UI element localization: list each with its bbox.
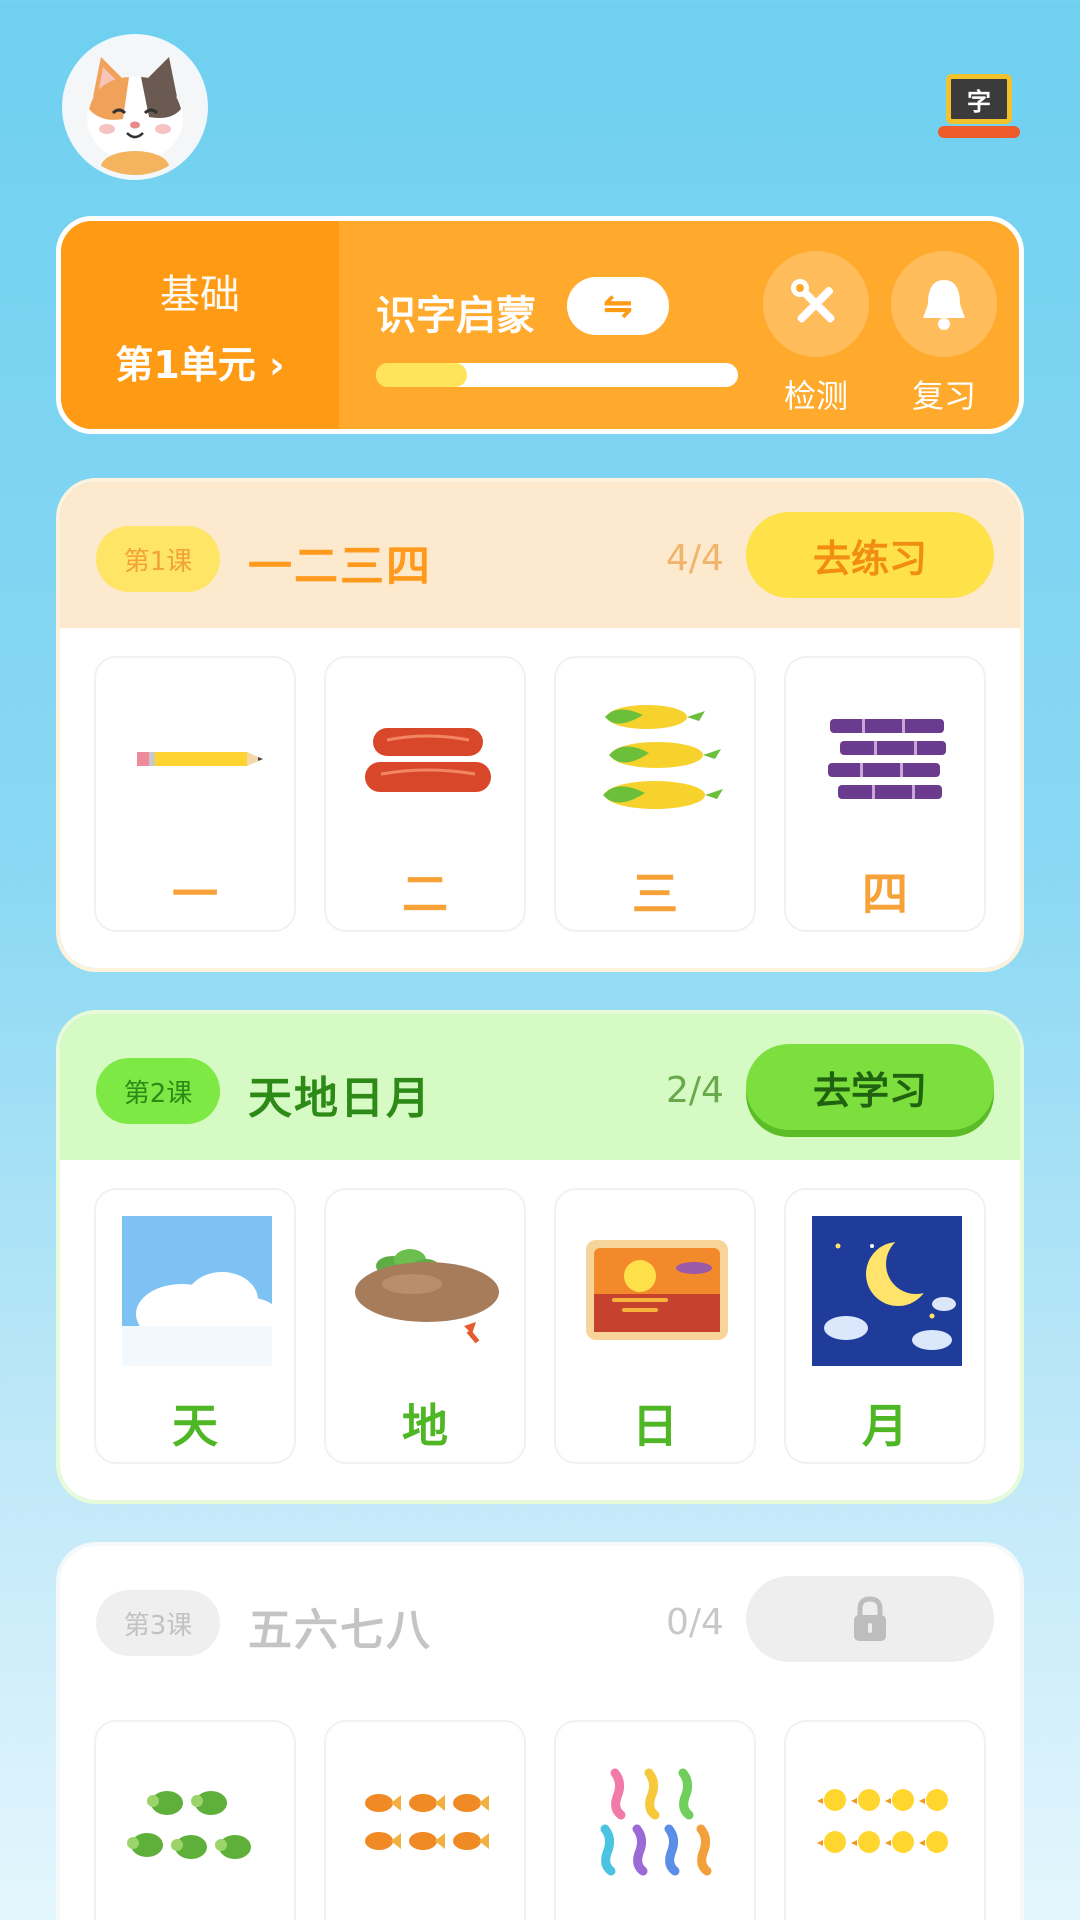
character-card[interactable]: 四	[784, 656, 986, 932]
ground-icon	[347, 1216, 507, 1366]
lesson-header: 第3课 五六七八 0/4	[60, 1546, 1020, 1692]
swap-button[interactable]: ⇋	[567, 277, 669, 335]
ducklings-icon	[807, 1748, 967, 1898]
unit-bar: 基础 第1单元 › 识字启蒙 ⇋ 检测 复习	[56, 216, 1024, 434]
lesson-title: 天地日月	[248, 1073, 432, 1124]
tools-icon	[763, 251, 869, 357]
lesson-card-1: 第1课 一二三四 4/4 去练习 一 二 三 四	[56, 478, 1024, 972]
character-card[interactable]: 天	[94, 1188, 296, 1464]
lesson-progress-count: 4/4	[666, 538, 724, 579]
sugarcane-icon	[807, 684, 967, 834]
character-card[interactable]	[554, 1720, 756, 1920]
moon-night-icon	[807, 1216, 967, 1366]
character-board-button[interactable]: 字	[938, 70, 1020, 142]
lock-icon	[854, 1596, 886, 1641]
check-label: 检测	[783, 377, 848, 415]
lesson-badge: 第2课	[96, 1058, 220, 1124]
pencil-icon	[117, 684, 277, 834]
locked-button[interactable]	[746, 1576, 994, 1662]
card-character: 天	[172, 1399, 218, 1453]
card-character: 一	[172, 867, 218, 921]
character-card[interactable]: 地	[324, 1188, 526, 1464]
character-card[interactable]: 一	[94, 656, 296, 932]
lesson-card-2: 第2课 天地日月 2/4 去学习 天 地 日 月	[56, 1010, 1024, 1504]
unit-level: 基础	[160, 271, 240, 318]
lesson-cards	[60, 1692, 1020, 1920]
goldfish-icon	[347, 1748, 507, 1898]
character-card[interactable]	[94, 1720, 296, 1920]
cat-avatar-icon	[67, 39, 203, 175]
card-character: 日	[632, 1399, 678, 1453]
lesson-card-3: 第3课 五六七八 0/4	[56, 1542, 1024, 1920]
character-card[interactable]: 二	[324, 656, 526, 932]
card-character: 二	[402, 867, 448, 921]
review-button[interactable]: 复习	[889, 251, 999, 417]
unit-progress-bar	[376, 363, 738, 387]
check-button[interactable]: 检测	[761, 251, 871, 417]
turtles-icon	[117, 1748, 277, 1898]
unit-progress-fill	[376, 363, 467, 387]
lesson-cards: 一 二 三 四	[60, 628, 1020, 968]
character-card[interactable]	[784, 1720, 986, 1920]
unit-name: 第1单元 ›	[115, 342, 285, 387]
user-avatar[interactable]	[62, 34, 208, 180]
lesson-badge: 第3课	[96, 1590, 220, 1656]
card-character: 四	[862, 867, 908, 921]
character-card[interactable]: 月	[784, 1188, 986, 1464]
lesson-header: 第1课 一二三四 4/4 去练习	[60, 482, 1020, 628]
character-card[interactable]	[324, 1720, 526, 1920]
card-character: 月	[862, 1399, 908, 1453]
card-character: 三	[632, 867, 678, 921]
character-card[interactable]: 三	[554, 656, 756, 932]
seahorses-icon	[577, 1748, 737, 1898]
lesson-progress-count: 0/4	[666, 1602, 724, 1643]
sunset-icon	[577, 1216, 737, 1366]
board-base	[938, 126, 1020, 138]
lesson-cards: 天 地 日 月	[60, 1160, 1020, 1500]
lesson-badge: 第1课	[96, 526, 220, 592]
review-label: 复习	[911, 377, 976, 415]
lesson-header: 第2课 天地日月 2/4 去学习	[60, 1014, 1020, 1160]
lesson-title: 一二三四	[248, 541, 432, 592]
character-board-label: 字	[946, 74, 1012, 124]
lesson-progress-count: 2/4	[666, 1070, 724, 1111]
study-button[interactable]: 去学习	[746, 1044, 994, 1130]
unit-title: 识字启蒙	[376, 293, 536, 339]
lesson-title: 五六七八	[248, 1605, 432, 1656]
card-character: 地	[402, 1399, 448, 1453]
unit-selector[interactable]: 基础 第1单元 ›	[61, 221, 339, 429]
corn-icon	[577, 684, 737, 834]
practice-button[interactable]: 去练习	[746, 512, 994, 598]
sky-clouds-icon	[117, 1216, 277, 1366]
bell-icon	[891, 251, 997, 357]
character-card[interactable]: 日	[554, 1188, 756, 1464]
sausages-icon	[347, 684, 507, 834]
